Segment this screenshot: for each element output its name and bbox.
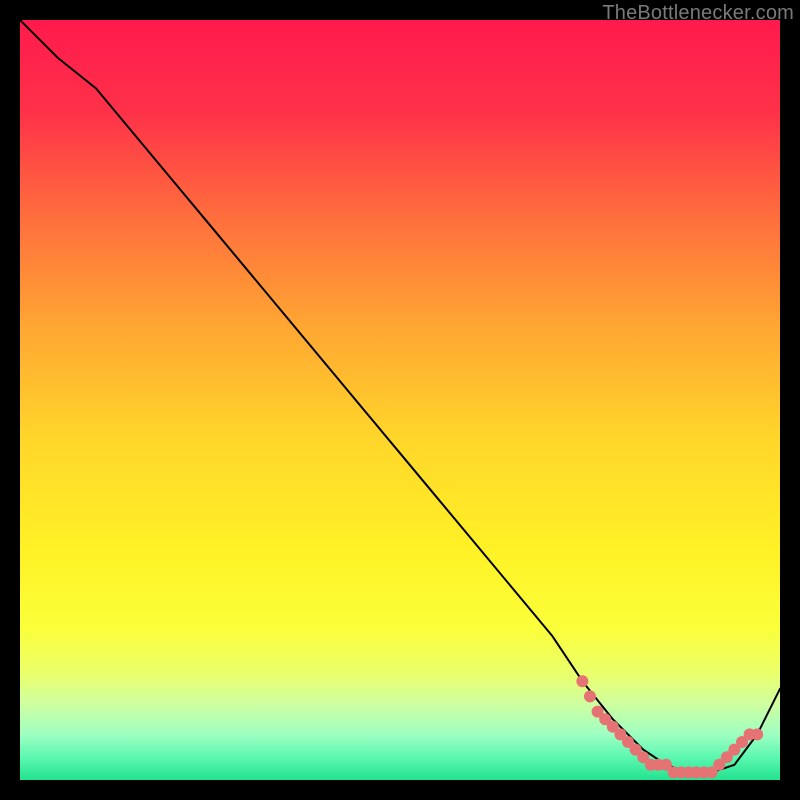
watermark-text: TheBottlenecker.com (602, 2, 794, 25)
bottleneck-chart (20, 20, 780, 780)
data-point (584, 690, 596, 702)
chart-frame: TheBottlenecker.com (0, 0, 800, 800)
plot-area (20, 20, 780, 780)
data-point (576, 675, 588, 687)
data-point (751, 728, 763, 740)
